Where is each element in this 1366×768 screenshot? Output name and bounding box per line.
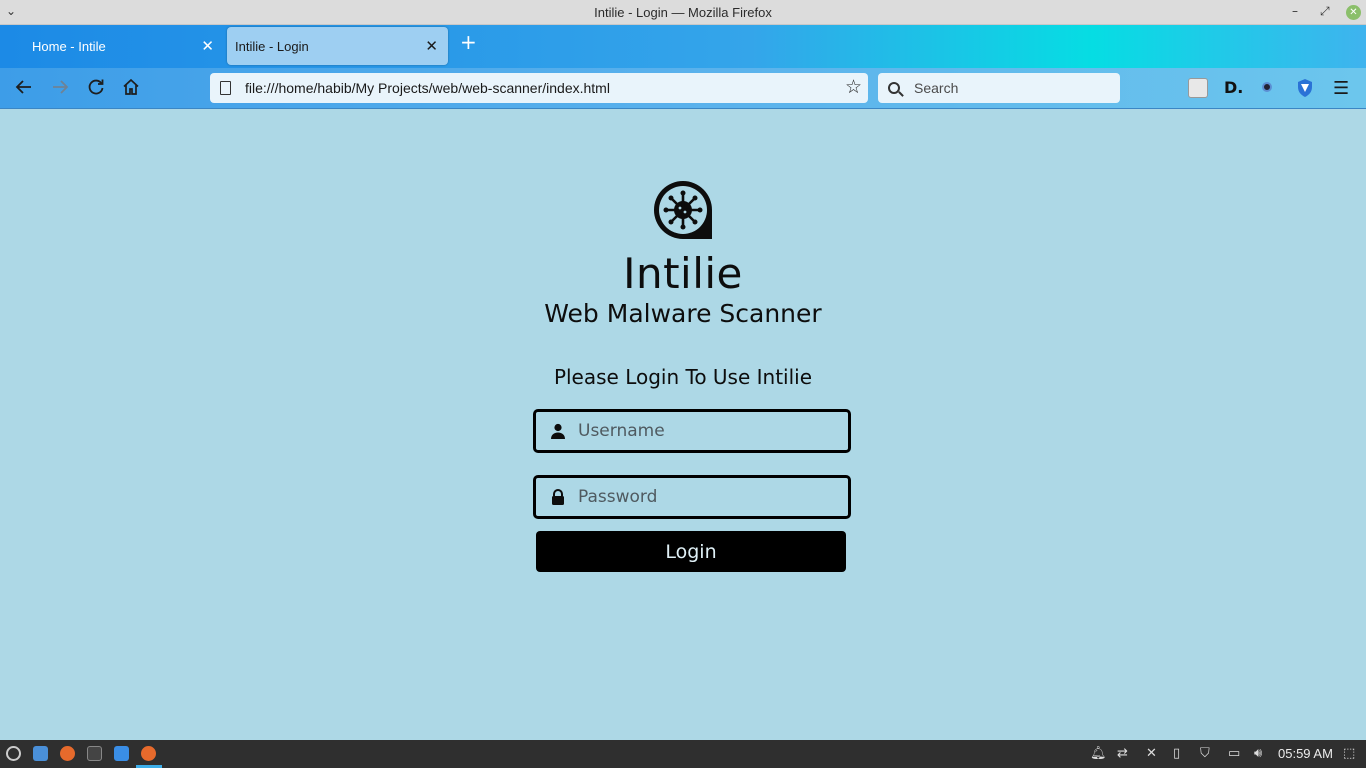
tab-label: Home - Intile	[32, 38, 106, 54]
minimize-icon[interactable]: –	[1292, 4, 1298, 18]
password-field[interactable]	[533, 475, 851, 519]
security-shield-icon[interactable]: ⛉	[1200, 746, 1210, 761]
finder-icon[interactable]	[114, 746, 129, 761]
notification-bell-icon[interactable]: 🔔︎	[1090, 746, 1107, 761]
tab-home-intile[interactable]: Home - Intile ✕	[16, 27, 224, 65]
page-icon	[220, 81, 231, 95]
window-titlebar: ⌄ Intilie - Login — Mozilla Firefox – ⤢ …	[0, 0, 1366, 25]
navigation-toolbar: file:///home/habib/My Projects/web/web-s…	[0, 68, 1366, 109]
password-input[interactable]	[578, 487, 838, 507]
app-menu-icon[interactable]	[6, 746, 21, 761]
back-arrow-icon[interactable]	[12, 77, 36, 101]
clock[interactable]: 05:59 AM	[1278, 746, 1333, 761]
url-bar[interactable]: file:///home/habib/My Projects/web/web-s…	[210, 73, 868, 103]
login-prompt: Please Login To Use Intilie	[553, 365, 813, 389]
user-icon	[551, 423, 565, 439]
extension-icon[interactable]	[1188, 78, 1208, 98]
home-icon[interactable]	[119, 77, 143, 101]
login-button[interactable]: Login	[536, 531, 846, 572]
virus-chat-logo-icon	[653, 181, 712, 239]
volume-icon[interactable]: 🔊︎	[1254, 746, 1262, 761]
terminal-icon[interactable]	[87, 746, 102, 761]
extension-d-icon[interactable]: D.	[1224, 78, 1244, 98]
battery-icon[interactable]: ▭	[1228, 746, 1240, 761]
brand-subtitle: Web Malware Scanner	[544, 299, 822, 328]
bluetooth-disabled-icon[interactable]: ✕	[1146, 746, 1157, 761]
tab-intilie-login[interactable]: Intilie - Login ✕	[227, 27, 448, 65]
url-text[interactable]: file:///home/habib/My Projects/web/web-s…	[245, 80, 610, 96]
search-input[interactable]	[914, 80, 1104, 96]
file-manager-icon[interactable]	[33, 746, 48, 761]
username-input[interactable]	[578, 421, 838, 441]
new-tab-icon[interactable]: +	[460, 30, 477, 54]
page-content: Intilie Web Malware Scanner Please Login…	[0, 109, 1366, 740]
show-desktop-icon[interactable]: ⬚	[1343, 746, 1355, 761]
window-menu-icon[interactable]: ⌄	[6, 4, 16, 18]
hamburger-menu-icon[interactable]: ☰	[1333, 78, 1353, 99]
tab-close-icon[interactable]: ✕	[201, 37, 214, 55]
maximize-icon[interactable]: ⤢	[1320, 4, 1330, 19]
window-title: Intilie - Login — Mozilla Firefox	[594, 4, 772, 20]
reload-icon[interactable]	[84, 77, 108, 101]
brand-title: Intilie	[623, 249, 743, 298]
search-bar[interactable]	[878, 73, 1120, 103]
bookmark-star-icon[interactable]: ☆	[845, 76, 862, 98]
firefox-launcher-icon[interactable]	[60, 746, 75, 761]
extension-eye-icon[interactable]	[1262, 82, 1276, 94]
tab-label: Intilie - Login	[235, 38, 309, 54]
lock-icon	[552, 489, 564, 505]
tab-close-icon[interactable]: ✕	[425, 37, 438, 55]
search-icon	[888, 82, 900, 94]
tab-strip: Home - Intile ✕ Intilie - Login ✕ +	[0, 25, 1366, 68]
close-window-icon[interactable]: ✕	[1346, 5, 1361, 20]
firefox-window-icon[interactable]	[141, 746, 156, 761]
clipboard-icon[interactable]: ▯	[1173, 746, 1180, 761]
forward-arrow-icon[interactable]	[48, 77, 72, 101]
extension-shield-icon[interactable]	[1296, 78, 1316, 98]
username-field[interactable]	[533, 409, 851, 453]
network-icon[interactable]: ⇄	[1117, 746, 1128, 761]
taskbar: 🔔︎ ⇄ ✕ ▯ ⛉ ▭ 🔊︎ 05:59 AM ⬚	[0, 740, 1366, 768]
